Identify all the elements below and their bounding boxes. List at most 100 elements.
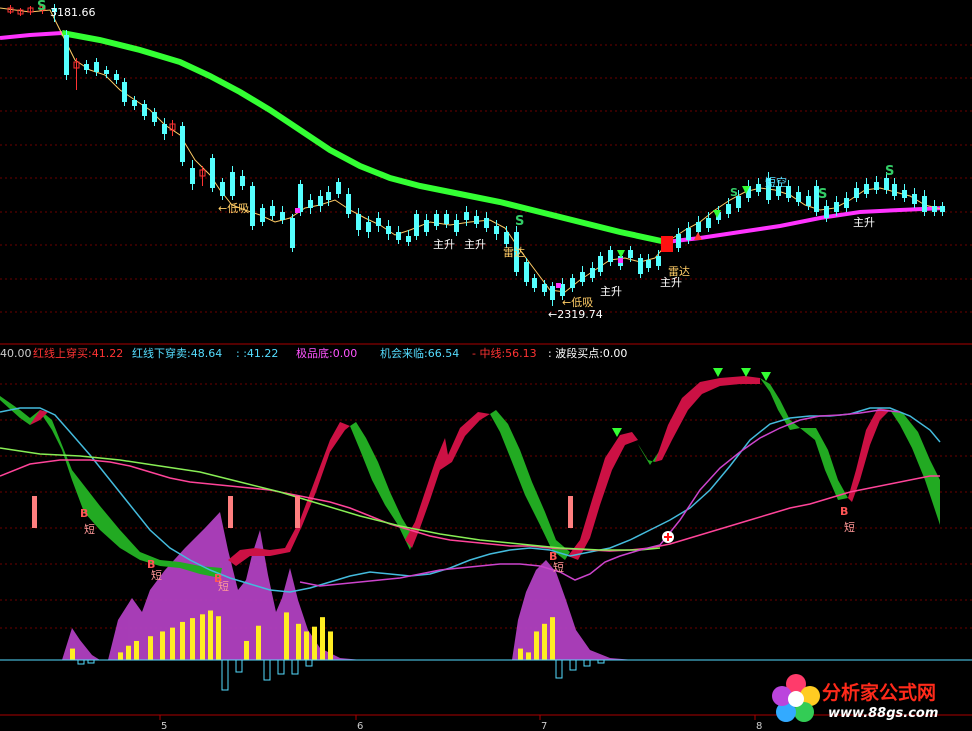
candle-body <box>298 184 303 212</box>
candle-body <box>84 64 89 70</box>
short-label: 短 <box>84 522 95 536</box>
legend-entry: 红线上穿买:41.22 <box>33 346 123 360</box>
main-rise-label: 主升 <box>464 238 486 251</box>
candle-body <box>464 212 469 220</box>
bottom-marker <box>295 208 300 213</box>
x-tick-label: 8 <box>756 721 762 731</box>
candle-body <box>270 206 275 216</box>
down-arrow-icon <box>741 368 751 377</box>
candle-body <box>706 218 711 228</box>
candle-body <box>806 196 811 206</box>
low-buy-label: ←低吸 <box>218 202 249 215</box>
bottom-marker <box>618 258 623 263</box>
high-label: 3181.66 <box>50 6 96 19</box>
candle-body <box>608 250 613 262</box>
oscillator-ribbon <box>0 376 940 578</box>
volume-bar <box>180 621 185 660</box>
candle-body <box>912 194 917 204</box>
candle-body <box>454 220 459 232</box>
candle-body <box>210 158 215 188</box>
x-tick-label: 7 <box>541 721 547 731</box>
candle-body <box>884 178 889 190</box>
candle-body <box>162 124 167 134</box>
candle-body <box>474 216 479 224</box>
volume-bar <box>328 631 333 660</box>
candle-body <box>434 214 439 226</box>
legend-entry: 红线下穿卖:48.64 <box>132 346 222 360</box>
candle-body <box>414 214 419 236</box>
candle-body <box>308 200 313 208</box>
candle-body <box>366 222 371 232</box>
volume-bar <box>148 636 153 660</box>
candle-body <box>590 268 595 278</box>
volume-bar <box>534 631 539 660</box>
volume-bar <box>312 626 317 660</box>
volume-bar <box>320 617 325 660</box>
green-line <box>0 447 661 551</box>
bottom-marker <box>556 283 561 288</box>
volume-bar <box>134 640 139 660</box>
candle-body <box>524 262 529 282</box>
s-mark: S <box>730 186 738 199</box>
main-rise-label: 主升 <box>660 276 682 289</box>
candle-body <box>230 172 235 196</box>
flower-logo-icon <box>772 674 820 722</box>
b-mark: B <box>80 507 88 520</box>
candle-body <box>152 112 157 122</box>
candle-body <box>874 182 879 190</box>
candle-body <box>598 256 603 272</box>
s-mark: S <box>818 187 827 202</box>
candle-body <box>628 250 633 258</box>
volume-bar <box>550 617 555 660</box>
candle-body <box>64 35 69 75</box>
candle-body <box>376 218 381 226</box>
s-mark: S <box>885 164 894 179</box>
candle-body <box>756 184 761 192</box>
candle-body <box>336 182 341 194</box>
watermark-url: www.88gs.com <box>828 706 939 721</box>
watermark: 分析家公式网 www.88gs.com <box>770 672 970 728</box>
candle-body <box>922 196 927 212</box>
main-rise-label: 主升 <box>853 216 875 229</box>
volume-bar <box>190 618 195 660</box>
candle-body <box>932 206 937 212</box>
candle-body <box>580 272 585 282</box>
candle-body <box>892 184 897 196</box>
candle-body <box>504 232 509 244</box>
candle-body <box>656 256 661 266</box>
legend-entry: 极品底:0.00 <box>296 346 357 360</box>
candle-body <box>290 218 295 248</box>
short-label: 短 <box>553 560 564 574</box>
volume-bar <box>200 614 205 660</box>
price-grid <box>0 44 972 313</box>
x-axis-ticks: 5 6 7 8 <box>159 715 762 731</box>
main-rise-label: 主升 <box>600 285 622 298</box>
s-mark: S <box>515 214 524 229</box>
candle-body <box>902 190 907 198</box>
candle-body <box>570 278 575 288</box>
b-mark: B <box>840 505 848 518</box>
main-rise-label: 主升 <box>433 238 455 251</box>
low-buy-label: ←低吸 <box>562 296 593 309</box>
candle-body <box>318 196 323 206</box>
chart-canvas: 3181.66 ←2319.74 ←低吸 ←低吸 主升 主升 主升 主升 雷达 … <box>0 0 972 731</box>
candlestick-series <box>7 4 945 306</box>
short-label: 短 <box>218 579 229 593</box>
candle-body <box>240 176 245 186</box>
candle-body <box>280 212 285 220</box>
legend-entry: : 波段买点:0.00 <box>548 346 627 360</box>
candle-body <box>676 234 681 248</box>
candle-body <box>940 206 945 212</box>
trend-line <box>0 30 946 245</box>
volume-bar <box>70 648 75 660</box>
candle-body <box>356 214 361 230</box>
short-label: 短 <box>844 520 855 534</box>
candle-body <box>94 62 99 72</box>
candle-body <box>424 220 429 232</box>
candle-body <box>864 184 869 194</box>
panel-value: 40.00 <box>0 347 32 360</box>
candle-body <box>686 228 691 240</box>
volume-bar <box>542 623 547 660</box>
low-label: ←2319.74 <box>548 308 603 321</box>
pink-line <box>0 459 940 552</box>
